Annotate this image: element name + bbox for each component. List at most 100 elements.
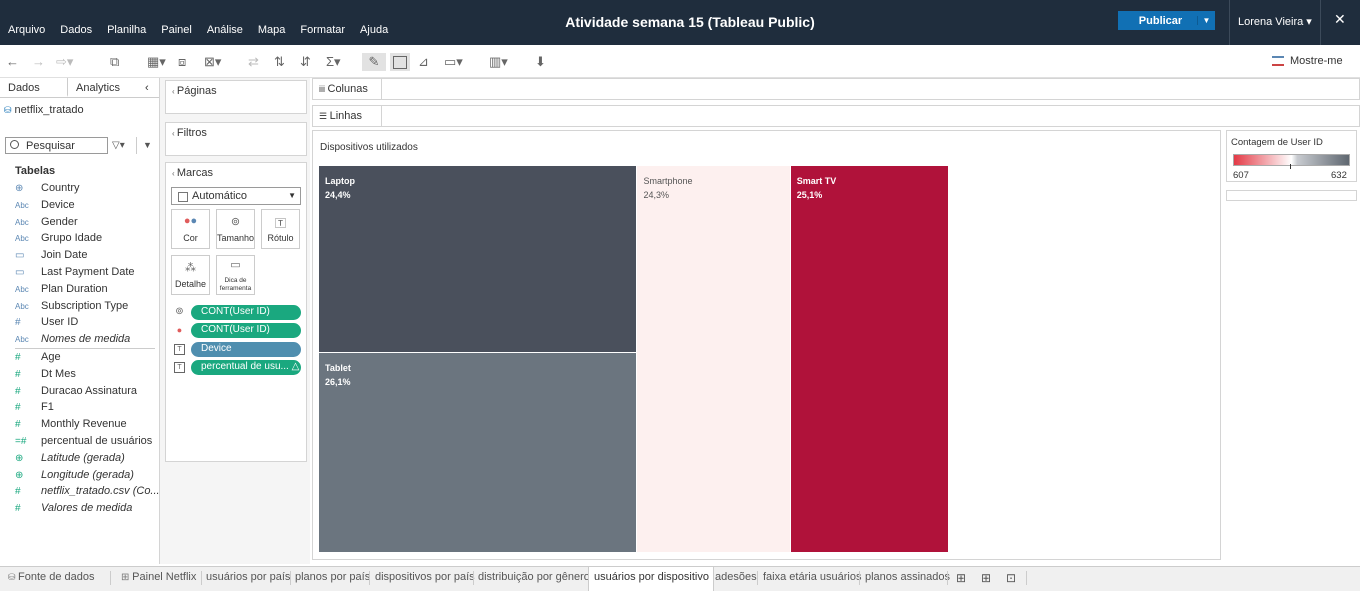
treemap-tile[interactable]: Laptop 24,4% [319, 166, 637, 352]
columns-shelf[interactable]: iii Colunas [312, 78, 1360, 100]
legend-color-ramp [1233, 154, 1350, 166]
datasource-item[interactable]: ⛁ netflix_tratado [0, 98, 159, 120]
pill-label-percentual[interactable]: percentual de usu... △ [191, 360, 301, 375]
totals-icon[interactable]: Σ▾ [326, 53, 341, 71]
presentation-icon[interactable]: ⬇ [535, 53, 546, 71]
tab-faixa-etaria-usuarios[interactable]: faixa etária usuários [763, 567, 861, 589]
user-menu[interactable]: Lorena Vieira ▾ [1229, 0, 1320, 45]
field-item[interactable]: # Valores de medida [15, 502, 132, 518]
field-type-icon: Abc [15, 234, 29, 244]
tab-dados[interactable]: Dados [0, 78, 68, 97]
field-item[interactable]: Abc Grupo Idade [15, 232, 102, 248]
collapse-icon[interactable]: ‹ [141, 78, 159, 97]
toolbar: ← → ⇨▾ ⧉ ▦▾ ⧈ ⊠▾ ⇄ ⇅ ⇵ Σ▾ ✎ ⊿ ▭▾ ▥▾ ⬇ Mo… [0, 45, 1360, 78]
publish-button[interactable]: Publicar ▼ [1118, 11, 1215, 30]
clear-sheet-icon[interactable]: ⊠▾ [204, 53, 221, 71]
tile-percent: 24,3% [643, 190, 669, 200]
tab-adesoes[interactable]: adesões [715, 567, 757, 589]
close-icon[interactable]: ✕ [1334, 11, 1346, 28]
tab-dispositivos-por-pais[interactable]: dispositivos por país [375, 567, 475, 589]
rows-shelf[interactable]: ☰ Linhas [312, 105, 1360, 127]
show-cards-icon[interactable]: ▥▾ [489, 53, 508, 71]
dashboard-icon: ⊞ [121, 572, 133, 583]
tab-planos-por-pais[interactable]: planos por país [295, 567, 370, 589]
field-item[interactable]: # F1 [15, 401, 54, 417]
tab-distribuicao-por-genero[interactable]: distribuição por gênero [478, 567, 590, 589]
tab-usuarios-por-pais[interactable]: usuários por país [206, 567, 290, 589]
filter-icon[interactable]: ▽▾ [112, 140, 125, 151]
field-label: F1 [41, 401, 54, 414]
field-item[interactable]: # Age [15, 351, 61, 367]
show-me-label: Mostre-me [1290, 55, 1343, 67]
field-type-icon: # [15, 419, 21, 431]
sort-descending-icon[interactable]: ⇵ [300, 53, 311, 71]
chevron-down-icon[interactable]: ▼ [1197, 16, 1215, 25]
duplicate-sheet-icon[interactable]: ⧈ [178, 53, 186, 71]
field-item[interactable]: Abc Gender [15, 216, 78, 232]
field-item[interactable]: Abc Plan Duration [15, 283, 108, 299]
pill-size-count-user-id[interactable]: CONT(User ID) [191, 305, 301, 320]
replay-icon[interactable]: ⇨▾ [56, 53, 73, 71]
field-item[interactable]: ⊕ Longitude (gerada) [15, 469, 134, 485]
field-item[interactable]: Abc Nomes de medida [15, 333, 130, 349]
datasource-tab-label: Fonte de dados [18, 571, 95, 583]
treemap-tile[interactable]: Smartphone 24,3% [637, 166, 790, 552]
datasource-tab-icon: ⛁ [8, 572, 19, 582]
search-field[interactable]: Pesquisar [5, 137, 108, 154]
field-type-icon: Abc [15, 284, 29, 294]
new-story-icon[interactable]: ⊡ [1006, 567, 1016, 589]
field-item[interactable]: ⊕ Country [15, 182, 80, 198]
detail-button[interactable]: ⁂ Detalhe [171, 255, 210, 295]
color-button[interactable]: ●● Cor [171, 209, 210, 249]
fit-icon[interactable]: ▭▾ [444, 53, 463, 71]
field-item[interactable]: # Dt Mes [15, 368, 76, 384]
field-item[interactable]: # Duracao Assinatura [15, 385, 137, 401]
label-button[interactable]: 🅃 Rótulo [261, 209, 300, 249]
field-type-icon: ⊕ [15, 183, 24, 194]
new-worksheet-icon[interactable]: ▦▾ [147, 53, 166, 71]
pages-card[interactable]: ‹ Páginas [165, 80, 307, 114]
field-item[interactable]: ▭ Join Date [15, 249, 87, 265]
tooltip-button[interactable]: ▭ Dica de ferramenta [216, 255, 255, 295]
field-item[interactable]: ▭ Last Payment Date [15, 266, 135, 282]
mark-type-dropdown[interactable]: Automático ▼ [171, 187, 301, 205]
divider [201, 571, 202, 585]
sort-ascending-icon[interactable]: ⇅ [274, 53, 285, 71]
tab-usuarios-por-dispositivo[interactable]: usuários por dispositivo [588, 567, 714, 591]
columns-shelf-label: iii Colunas [319, 83, 368, 95]
menu-icon[interactable]: ▼ [143, 140, 152, 150]
treemap-tile[interactable]: Tablet 26,1% [319, 352, 637, 552]
highlight-icon[interactable]: ✎ [362, 53, 386, 71]
new-datasource-icon[interactable]: ⧉ [110, 53, 119, 71]
color-legend[interactable]: Contagem de User ID 607 632 [1226, 130, 1357, 182]
tables-heading: Tabelas [15, 165, 56, 177]
divider [473, 571, 474, 585]
swap-icon[interactable]: ⇄ [248, 53, 259, 71]
field-item[interactable]: =# percentual de usuários [15, 435, 152, 451]
field-type-icon: # [15, 368, 21, 380]
tile-percent: 24,4% [325, 190, 351, 200]
field-label: Plan Duration [41, 282, 108, 295]
format-icon[interactable]: ⊿ [418, 53, 429, 71]
filters-card[interactable]: ‹ Filtros [165, 122, 307, 156]
datasource-tab[interactable]: ⛁ Fonte de dados [8, 567, 95, 589]
show-labels-icon[interactable] [390, 53, 410, 71]
field-item[interactable]: ⊕ Latitude (gerada) [15, 452, 125, 468]
field-item[interactable]: # netflix_tratado.csv (Co... [15, 485, 160, 501]
tab-planos-assinados[interactable]: planos assinados [865, 567, 950, 589]
new-dashboard-icon[interactable]: ⊞ [981, 567, 991, 589]
size-button[interactable]: ⊚ Tamanho [216, 209, 255, 249]
undo-icon[interactable]: ← [6, 53, 19, 71]
new-worksheet-icon[interactable]: ⊞ [956, 567, 966, 589]
pill-color-count-user-id[interactable]: CONT(User ID) [191, 323, 301, 338]
treemap-tile[interactable]: Smart TV 25,1% [790, 166, 948, 552]
tab-painel-netflix[interactable]: ⊞ Painel Netflix [121, 567, 196, 589]
field-item[interactable]: Abc Subscription Type [15, 300, 128, 316]
field-item[interactable]: Abc Device [15, 199, 75, 215]
field-item[interactable]: # Monthly Revenue [15, 418, 127, 434]
pill-label-device[interactable]: Device [191, 342, 301, 357]
redo-icon[interactable]: → [32, 53, 45, 71]
tab-analytics[interactable]: Analytics [68, 78, 141, 97]
show-me-button[interactable]: Mostre-me [1272, 55, 1343, 67]
field-item[interactable]: # User ID [15, 316, 78, 332]
